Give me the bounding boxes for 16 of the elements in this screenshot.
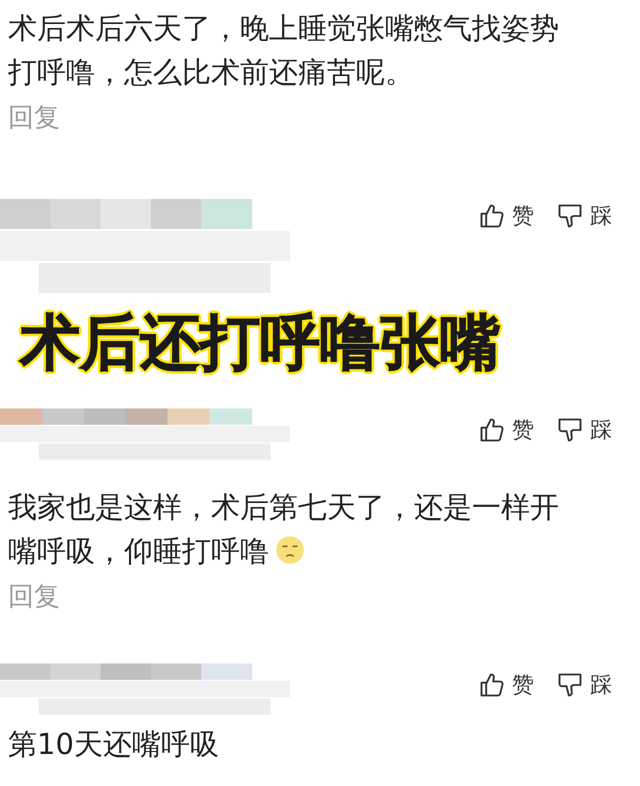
thumbs-up-icon	[478, 202, 506, 230]
dislike-button[interactable]: 踩	[556, 415, 612, 445]
comment-text: 我家也是这样，术后第七天了，还是一样开嘴呼吸，仰睡打呼噜	[8, 489, 560, 570]
like-button[interactable]: 赞	[478, 670, 534, 700]
thumbs-up-icon	[478, 416, 506, 444]
thumbs-up-icon	[478, 671, 506, 699]
like-button[interactable]: 赞	[478, 415, 534, 445]
dislike-button[interactable]: 踩	[556, 670, 612, 700]
comment-text: 第10天还嘴呼吸	[8, 726, 220, 763]
thumbs-down-icon	[556, 202, 584, 230]
dislike-button[interactable]: 踩	[556, 201, 612, 231]
thumbs-down-icon	[556, 416, 584, 444]
comment-text: 术后术后六天了，晚上睡觉张嘴憋气找姿势打呼噜，怎么比术前还痛苦呢。	[8, 10, 560, 91]
like-button[interactable]: 赞	[478, 201, 534, 231]
thumbs-down-icon	[556, 671, 584, 699]
overlay-caption: 术后还打呼噜张嘴	[20, 307, 500, 380]
